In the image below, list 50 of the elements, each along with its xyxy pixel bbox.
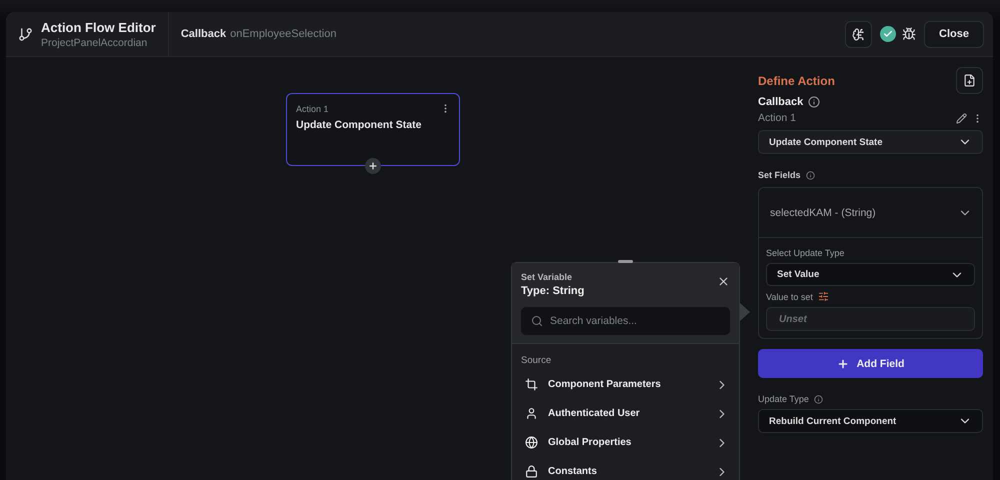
update-type-select[interactable]: Set Value xyxy=(766,263,975,286)
set-fields-label: Set Fields xyxy=(758,170,801,180)
project-name: ProjectPanelAccordian xyxy=(41,36,148,48)
section-label: Source xyxy=(520,354,552,368)
source-item[interactable]: Authenticated User xyxy=(512,399,739,428)
flow-icon xyxy=(18,26,33,42)
info-icon xyxy=(814,394,823,404)
plus-icon xyxy=(368,161,378,171)
field-select[interactable]: selectedKAM - (String) xyxy=(759,188,982,238)
add-field-button[interactable]: Add Field xyxy=(758,349,983,378)
brain-icon xyxy=(852,28,866,40)
value-label: Value to set xyxy=(766,292,813,302)
close-button[interactable]: Close xyxy=(924,20,984,48)
globe-icon xyxy=(525,436,538,449)
sliders-icon[interactable] xyxy=(818,291,829,302)
source-item[interactable]: Global Properties xyxy=(512,428,739,457)
callback-label: Callback xyxy=(180,28,226,40)
info-icon xyxy=(806,170,815,180)
add-node-button[interactable] xyxy=(365,158,381,174)
rebuild-select[interactable]: Rebuild Current Component xyxy=(758,409,983,433)
user-icon xyxy=(525,407,538,420)
update-type-heading: Update Type xyxy=(758,394,809,404)
add-note-button[interactable] xyxy=(956,67,983,94)
callback-heading: Callback xyxy=(758,96,804,108)
update-type-label: Select Update Type xyxy=(766,248,846,258)
info-icon xyxy=(808,96,820,108)
action-type-select[interactable]: Update Component State xyxy=(758,130,983,154)
panel-title: Define Action xyxy=(758,74,836,88)
source-item[interactable]: Component Parameters xyxy=(512,370,739,399)
file-plus-icon xyxy=(963,74,976,87)
node-title: Update Component State xyxy=(296,119,422,131)
popup-label: Set Variable xyxy=(521,272,572,282)
close-icon[interactable] xyxy=(717,275,730,288)
callback-name: onEmployeeSelection xyxy=(230,28,336,40)
action-node[interactable]: Action 1 Update Component State xyxy=(286,93,460,166)
value-field[interactable]: Unset xyxy=(766,307,975,331)
popup-title: Type: String xyxy=(521,285,584,297)
source-item[interactable]: Constants xyxy=(512,457,739,480)
editor-title: Action Flow Editor xyxy=(41,20,156,34)
crop-icon xyxy=(525,378,538,391)
search-icon xyxy=(531,315,543,327)
search-field[interactable]: Search variables... xyxy=(521,307,730,335)
plus-icon xyxy=(836,358,849,370)
lock-icon xyxy=(525,465,538,478)
debug-icon[interactable] xyxy=(902,27,916,41)
action-name: Action 1 xyxy=(758,112,797,124)
brain-button[interactable] xyxy=(845,20,872,48)
edit-icon[interactable] xyxy=(956,112,967,124)
node-label: Action 1 xyxy=(296,104,329,114)
drag-handle[interactable] xyxy=(618,260,633,263)
